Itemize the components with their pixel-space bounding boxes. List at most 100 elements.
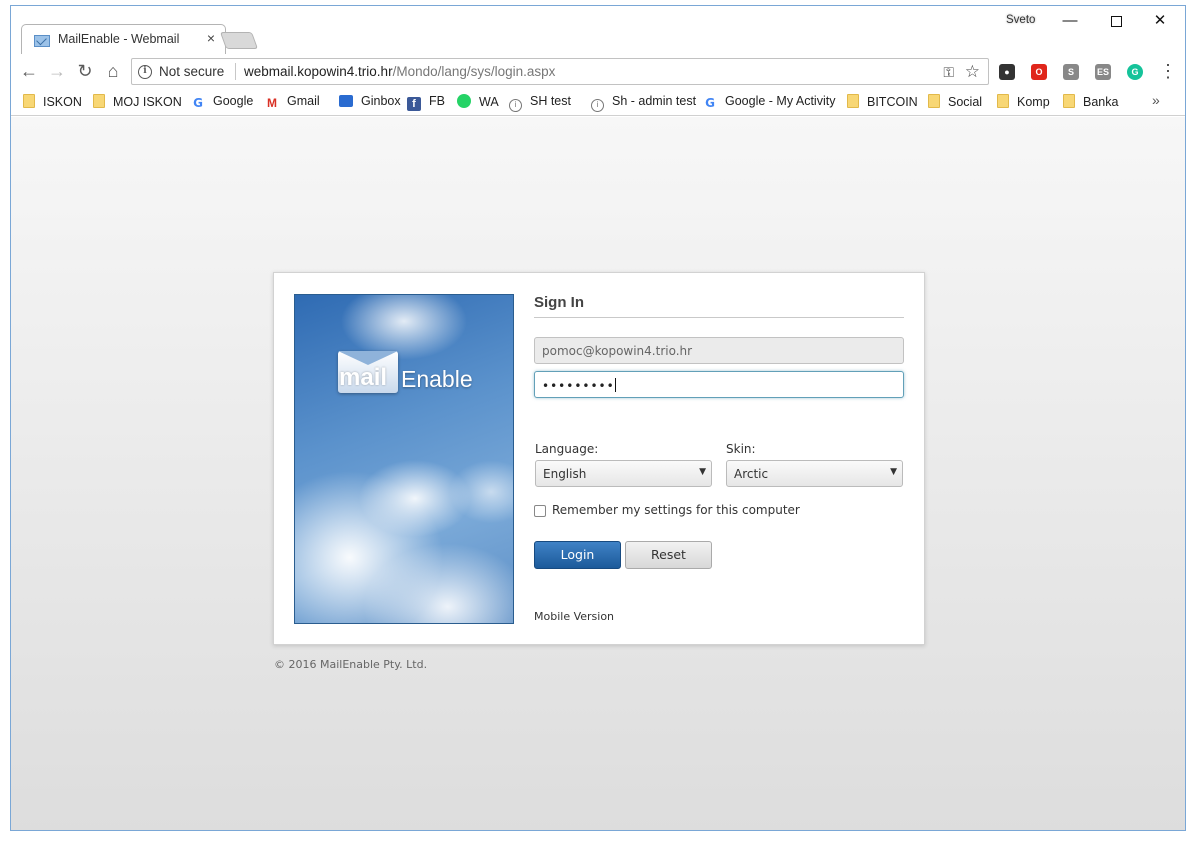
reset-button[interactable]: Reset: [625, 541, 712, 569]
remember-label[interactable]: Remember my settings for this computer: [552, 503, 800, 517]
logo-mail-text: mail: [339, 364, 388, 391]
s-ext-icon[interactable]: S: [1063, 64, 1079, 80]
email-field[interactable]: pomoc@kopowin4.trio.hr: [534, 337, 904, 364]
skin-value: Arctic: [734, 467, 769, 481]
back-button[interactable]: ←: [18, 61, 40, 83]
bookmarks-bar: ISKON MOJ ISKON G Google M Gmail Ginbox f FB WA i S…: [11, 88, 1185, 116]
tab-close-icon[interactable]: ×: [207, 30, 215, 46]
folder-icon: [93, 94, 105, 108]
bookmark-label: Social: [948, 95, 983, 109]
mobile-version-link[interactable]: Mobile Version: [534, 610, 614, 623]
close-window-button[interactable]: ✕: [1138, 10, 1182, 34]
bookmark-sh-admin-test[interactable]: i Sh - admin test: [591, 94, 696, 112]
bookmark-label: Banka: [1083, 95, 1119, 109]
text-caret: [614, 378, 616, 392]
url-host: webmail.kopowin4.trio.hr: [244, 64, 393, 79]
bookmark-wa[interactable]: WA: [457, 94, 499, 109]
language-label: Language:: [535, 442, 599, 456]
new-tab-button[interactable]: [219, 32, 259, 49]
bookmark-sh-test[interactable]: i SH test: [509, 94, 571, 112]
tab-webmail[interactable]: MailEnable - Webmail ×: [21, 24, 226, 55]
maximize-button[interactable]: [1094, 10, 1138, 34]
facebook-icon: f: [407, 97, 421, 111]
bookmark-social[interactable]: Social: [928, 94, 982, 109]
url-text[interactable]: webmail.kopowin4.trio.hr/Mondo/lang/sys/…: [244, 64, 555, 79]
bookmark-iskon[interactable]: ISKON: [23, 94, 82, 109]
bookmark-bitcoin[interactable]: BITCOIN: [847, 94, 918, 109]
bookmark-label: Gmail: [287, 94, 320, 108]
folder-icon: [928, 94, 940, 108]
bookmark-label: ISKON: [43, 95, 82, 109]
browser-toolbar: ← → ↻ ⌂ i Not secure webmail.kopowin4.tr…: [11, 54, 1185, 88]
inbox-icon: [339, 95, 353, 107]
bookmark-google-my-activity[interactable]: G Google - My Activity: [703, 94, 835, 110]
folder-icon: [1063, 94, 1075, 108]
bookmark-moj-iskon[interactable]: MOJ ISKON: [93, 94, 182, 109]
home-button[interactable]: ⌂: [102, 61, 124, 83]
es-ext-icon[interactable]: ES: [1095, 64, 1111, 80]
skin-select[interactable]: Arctic ▼: [726, 460, 903, 487]
form-title: Sign In: [534, 294, 904, 318]
chevron-down-icon: ▼: [699, 467, 706, 477]
forward-button[interactable]: →: [46, 61, 68, 83]
language-value: English: [543, 467, 587, 481]
opera-icon[interactable]: O: [1031, 64, 1047, 80]
tab-title: MailEnable - Webmail: [58, 32, 180, 46]
skin-label: Skin:: [726, 442, 756, 456]
google-icon: G: [705, 96, 715, 110]
bookmark-label: Komp: [1017, 95, 1050, 109]
password-field[interactable]: •••••••••: [534, 371, 904, 398]
whatsapp-icon: [457, 94, 471, 108]
bookmark-gmail[interactable]: M Gmail: [265, 94, 320, 110]
bookmark-label: Google: [213, 94, 254, 108]
browser-window: MailEnable - Webmail × Sveto — ✕ ← → ↻ ⌂…: [10, 5, 1186, 831]
bookmark-label: Ginbox: [361, 94, 401, 108]
bookmark-ginbox[interactable]: Ginbox: [339, 94, 401, 108]
omnibox-divider: [235, 63, 236, 80]
language-select[interactable]: English ▼: [535, 460, 712, 487]
bookmark-label: FB: [429, 94, 445, 108]
folder-icon: [847, 94, 859, 108]
chevron-down-icon: ▼: [890, 467, 897, 477]
info-icon: i: [591, 99, 604, 112]
ghostery-icon[interactable]: ●: [999, 64, 1015, 80]
grammarly-icon[interactable]: G: [1127, 64, 1143, 80]
maximize-icon: [1110, 16, 1122, 27]
page-content: mail Enable Sign In pomoc@kopowin4.trio.…: [11, 117, 1185, 830]
copyright-text: © 2016 MailEnable Pty. Ltd.: [274, 658, 428, 671]
url-path: /Mondo/lang/sys/login.aspx: [392, 64, 556, 79]
login-button[interactable]: Login: [534, 541, 621, 569]
profile-name[interactable]: Sveto: [1006, 14, 1035, 26]
sign-in-form: Sign In pomoc@kopowin4.trio.hr •••••••••…: [534, 294, 904, 623]
tab-strip: MailEnable - Webmail × Sveto — ✕: [11, 6, 1185, 55]
bookmark-label: SH test: [530, 94, 571, 108]
remember-checkbox[interactable]: [534, 505, 546, 517]
reload-button[interactable]: ↻: [74, 61, 96, 83]
bookmark-komp[interactable]: Komp: [997, 94, 1050, 109]
bookmark-fb[interactable]: f FB: [407, 94, 445, 111]
security-label[interactable]: Not secure: [159, 64, 224, 79]
folder-icon: [23, 94, 35, 108]
minimize-button[interactable]: —: [1048, 10, 1092, 34]
password-mask: •••••••••: [542, 379, 615, 393]
login-panel: mail Enable Sign In pomoc@kopowin4.trio.…: [273, 272, 925, 645]
bookmark-google[interactable]: G Google: [191, 94, 253, 110]
mailenable-logo: mail Enable: [335, 351, 475, 395]
folder-icon: [997, 94, 1009, 108]
bookmark-label: WA: [479, 95, 499, 109]
logo-enable-text: Enable: [401, 366, 473, 392]
info-icon[interactable]: i: [138, 65, 152, 79]
menu-icon[interactable]: ⋮: [1159, 61, 1177, 81]
bookmarks-overflow-icon[interactable]: »: [1152, 92, 1160, 108]
bookmark-label: Sh - admin test: [612, 94, 697, 108]
bookmark-banka[interactable]: Banka: [1063, 94, 1118, 109]
google-icon: G: [193, 96, 203, 110]
bookmark-label: MOJ ISKON: [113, 95, 182, 109]
bookmark-label: BITCOIN: [867, 95, 918, 109]
bookmark-star-icon[interactable]: ☆: [965, 62, 980, 82]
info-icon: i: [509, 99, 522, 112]
bookmark-label: Google - My Activity: [725, 94, 836, 108]
key-icon[interactable]: ⚿: [943, 64, 954, 81]
mailenable-hero-image: mail Enable: [294, 294, 514, 624]
address-bar[interactable]: i Not secure webmail.kopowin4.trio.hr/Mo…: [131, 58, 989, 85]
